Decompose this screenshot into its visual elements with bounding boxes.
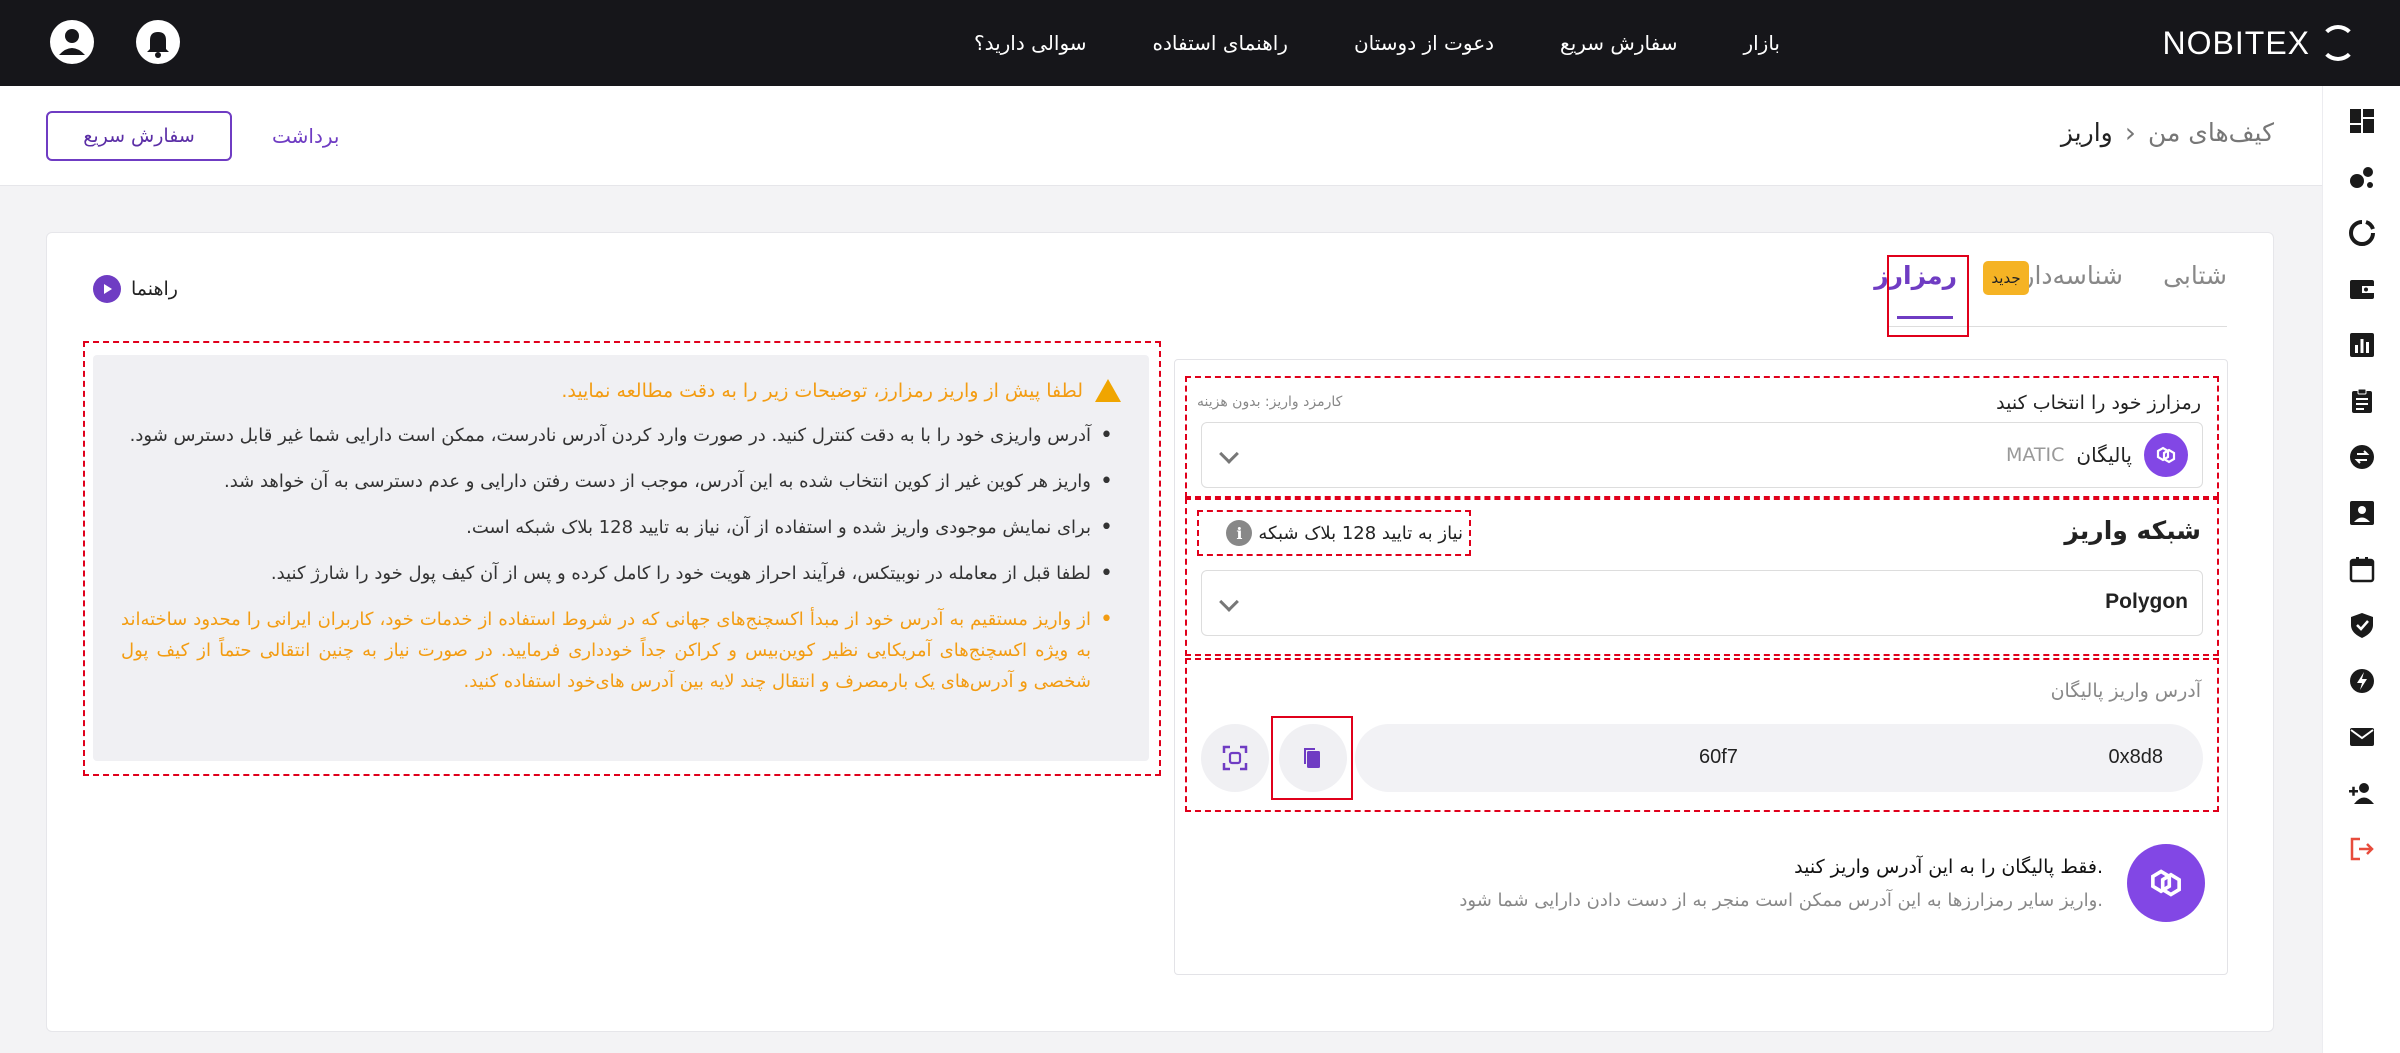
- breadcrumb-my-wallets[interactable]: کیف‌های من: [2148, 118, 2274, 147]
- coin-name: پالیگان: [2076, 443, 2132, 467]
- quick-order-button[interactable]: سفارش سریع: [46, 111, 232, 161]
- warning-item: واریز هر کوین غیر از کوین انتخاب شده به …: [121, 466, 1121, 497]
- breadcrumb-separator-icon: ›: [2124, 116, 2136, 149]
- user-account-icon[interactable]: [50, 20, 94, 64]
- note-title: فقط پالیگان را به این آدرس واریز کنید.: [1794, 855, 2103, 878]
- logo-mark-icon: [2320, 25, 2356, 61]
- coin-select-dropdown[interactable]: پالیگان MATIC: [1201, 422, 2203, 488]
- nav-invite-friends[interactable]: دعوت از دوستان: [1354, 31, 1494, 55]
- withdraw-link[interactable]: برداشت: [272, 124, 339, 148]
- coin-select-section: رمزارز خود را انتخاب کنید کارمزد واریز: …: [1185, 376, 2219, 498]
- page-header: کیف‌های من › واریز برداشت سفارش سریع: [0, 86, 2322, 186]
- right-sidebar: [2322, 86, 2400, 1053]
- coin-symbol: MATIC: [2005, 444, 2065, 466]
- flash-icon[interactable]: [2347, 666, 2377, 696]
- new-badge: جدید: [1983, 261, 2029, 295]
- chevron-down-icon: [1219, 592, 1239, 612]
- dashboard-icon[interactable]: [2347, 106, 2377, 136]
- chart-icon[interactable]: [2347, 330, 2377, 360]
- warning-title: لطفا پیش از واریز رمزارز، توضیحات زیر را…: [121, 379, 1121, 402]
- network-select-dropdown[interactable]: Polygon: [1201, 570, 2203, 636]
- nav-quick-order[interactable]: سفارش سریع: [1560, 31, 1677, 55]
- warning-triangle-icon: [1095, 379, 1121, 402]
- warning-item: آدرس واریزی خود را با به دقت کنترل کنید.…: [121, 420, 1121, 451]
- warning-list: آدرس واریزی خود را با به دقت کنترل کنید.…: [121, 420, 1121, 697]
- info-icon[interactable]: i: [1226, 520, 1253, 546]
- chevron-down-icon: [1219, 444, 1239, 464]
- guide-button[interactable]: راهنما: [93, 275, 178, 303]
- confirmation-text: نیاز به تایید 128 بلاک شبکه: [1258, 522, 1463, 544]
- warning-item-exchange: از واریز مستقیم به آدرس خود از مبدأ اکسچ…: [121, 604, 1121, 697]
- address-start: 0x8d8: [2108, 746, 2164, 768]
- polygon-logo-icon: [2127, 844, 2205, 922]
- nav-usage-guide[interactable]: راهنمای استفاده: [1153, 31, 1288, 55]
- deposit-tabs: شتابی شناسه‌دار جدید رمزارز: [1874, 255, 2227, 337]
- warning-item: لطفا قبل از معامله در نوبیتکس، فرآیند اح…: [121, 558, 1121, 589]
- breadcrumb: کیف‌های من › واریز: [2061, 116, 2274, 149]
- convert-icon[interactable]: [2347, 442, 2377, 472]
- deposit-address-field[interactable]: 0x8d8 60f7: [1355, 724, 2203, 792]
- highlight-box-tab: [1887, 255, 1969, 337]
- breadcrumb-deposit: واریز: [2060, 118, 2113, 147]
- wallet-icon[interactable]: [2347, 274, 2377, 304]
- qr-scan-icon: [1222, 745, 1248, 771]
- security-shield-icon[interactable]: [2347, 610, 2377, 640]
- orders-icon[interactable]: [2347, 386, 2377, 416]
- qr-code-button[interactable]: [1201, 724, 1269, 792]
- address-end: 60f7: [1699, 746, 1738, 768]
- calendar-icon[interactable]: [2347, 554, 2377, 584]
- deposit-fee-label: کارمزد واریز: بدون هزینه: [1197, 394, 1343, 410]
- notification-bell-icon[interactable]: [136, 20, 180, 64]
- note-description: واریز سایر رمزارزها به این آدرس ممکن است…: [1459, 889, 2103, 911]
- address-section: آدرس واریز پالیگان 0x8d8 60f7: [1185, 658, 2219, 812]
- top-icons: [50, 20, 180, 64]
- coin-select-label: رمزارز خود را انتخاب کنید: [1996, 392, 2201, 414]
- mail-icon[interactable]: [2347, 722, 2377, 752]
- warning-item: برای نمایش موجودی واریز شده و استفاده از…: [121, 512, 1121, 543]
- deposit-note: فقط پالیگان را به این آدرس واریز کنید. و…: [1459, 844, 2205, 922]
- nobitex-logo[interactable]: NOBITEX: [2163, 22, 2356, 64]
- network-section: شبکه واریز i نیاز به تایید 128 بلاک شبکه…: [1185, 498, 2219, 656]
- profile-icon[interactable]: [2347, 498, 2377, 528]
- polygon-logo-icon: [2144, 433, 2188, 477]
- market-icon[interactable]: [2347, 162, 2377, 192]
- brand-name: NOBITEX: [2162, 24, 2310, 61]
- selected-coin: پالیگان MATIC: [2006, 433, 2188, 477]
- guide-label: راهنما: [131, 278, 178, 300]
- warning-title-text: لطفا پیش از واریز رمزارز، توضیحات زیر را…: [561, 379, 1083, 402]
- note-text: فقط پالیگان را به این آدرس واریز کنید. و…: [1459, 856, 2103, 911]
- nav-market[interactable]: بازار: [1743, 31, 1780, 55]
- network-value: Polygon: [2105, 590, 2188, 613]
- deposit-card: شتابی شناسه‌دار جدید رمزارز راهنما لطفا …: [46, 232, 2274, 1032]
- confirmation-requirement: i نیاز به تایید 128 بلاک شبکه: [1197, 510, 1471, 556]
- deposit-form: رمزارز خود را انتخاب کنید کارمزد واریز: …: [1174, 359, 2228, 975]
- logout-icon[interactable]: [2347, 834, 2377, 864]
- network-title: شبکه واریز: [2064, 516, 2201, 545]
- warning-highlight-box: لطفا پیش از واریز رمزارز، توضیحات زیر را…: [83, 341, 1161, 776]
- top-nav-menu: بازار سفارش سریع دعوت از دوستان راهنمای …: [974, 0, 1780, 86]
- nav-faq[interactable]: سوالی دارید؟: [974, 31, 1087, 55]
- deposit-address-label: آدرس واریز پالیگان: [2050, 680, 2201, 702]
- top-navbar: NOBITEX بازار سفارش سریع دعوت از دوستان …: [0, 0, 2400, 86]
- invite-user-icon[interactable]: [2347, 778, 2377, 808]
- warning-panel: لطفا پیش از واریز رمزارز، توضیحات زیر را…: [93, 355, 1149, 761]
- tab-quick-deposit[interactable]: شتابی: [2163, 261, 2227, 290]
- tab-id-deposit[interactable]: شناسه‌دار: [2022, 261, 2123, 290]
- portfolio-icon[interactable]: [2347, 218, 2377, 248]
- highlight-box-copy: [1271, 716, 1353, 800]
- play-icon: [93, 275, 121, 303]
